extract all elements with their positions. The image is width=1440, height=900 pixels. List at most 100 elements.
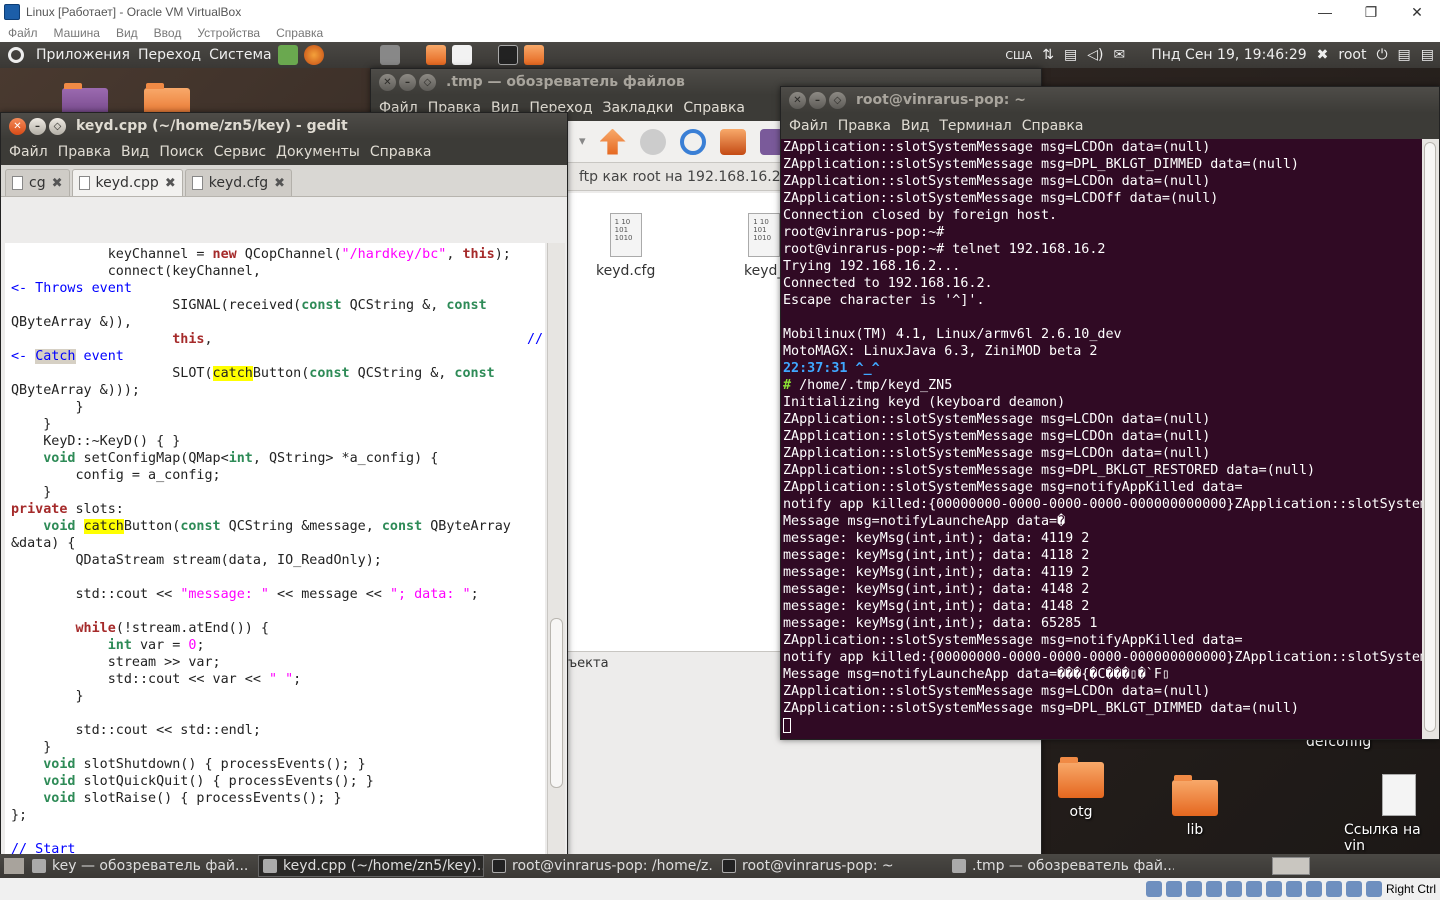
restore-button[interactable]: ❐ (1348, 0, 1394, 24)
gedit-maximize-button[interactable]: ◇ (49, 117, 66, 135)
network-manager-launcher-icon[interactable] (277, 45, 298, 65)
menu-places[interactable]: Переход (138, 47, 201, 63)
tab-keyd-cfg[interactable]: keyd.cfg ✖ (184, 169, 292, 196)
gedit-titlebar[interactable]: ✕ – ◇ keyd.cpp (~/home/zn5/key) - gedit (1, 113, 567, 139)
fm-close-button[interactable]: ✕ (379, 73, 396, 91)
terminal-screen[interactable]: ZApplication::slotSystemMessage msg=LCDO… (781, 139, 1423, 739)
terminal-line: Message msg=notifyLauncheApp data=� (783, 514, 1066, 529)
desktop-icon-lib[interactable]: lib (1172, 775, 1218, 838)
tab-close-icon[interactable]: ✖ (165, 176, 176, 191)
stop-icon[interactable] (639, 128, 666, 155)
gedit-menu-file[interactable]: Файл (9, 144, 48, 160)
taskbar-item-terminal-1[interactable]: root@vinrarus-pop: /home/z... (488, 855, 714, 877)
desktop-icon-otg[interactable]: otg (1058, 757, 1104, 820)
hdd-icon[interactable] (1145, 881, 1162, 897)
firefox-icon[interactable] (303, 45, 324, 65)
floppy-icon[interactable] (1185, 881, 1202, 897)
clock[interactable]: Пнд Сен 19, 19:46:29 (1151, 47, 1306, 63)
gedit-menu-documents[interactable]: Документы (276, 144, 360, 160)
gedit-menu-help[interactable]: Справка (370, 144, 432, 160)
tab-close-icon[interactable]: ✖ (52, 176, 63, 191)
home-icon[interactable] (719, 128, 746, 155)
desktop-icon-link[interactable]: Ссылка на vin (1344, 774, 1440, 854)
fm-maximize-button[interactable]: ◇ (419, 73, 436, 91)
cd-icon[interactable] (1165, 881, 1182, 897)
taskbar-item-terminal-2[interactable]: root@vinrarus-pop: ~ (718, 855, 944, 877)
gedit-menu-view[interactable]: Вид (121, 144, 149, 160)
folder-launcher-icon[interactable] (425, 45, 446, 65)
term-menu-terminal[interactable]: Терминал (939, 118, 1011, 134)
terminal-line: Initializing keyd (keyboard deamon) (783, 395, 1066, 410)
clipboard-icon[interactable]: ▤ (1064, 47, 1077, 63)
file-keyd-cfg[interactable]: 1 10 101 1010 keyd.cfg (596, 213, 655, 279)
vbox-menu-help[interactable]: Справка (276, 26, 323, 40)
terminal-launcher-icon[interactable] (497, 45, 518, 65)
vbox-menu-view[interactable]: Вид (116, 26, 138, 40)
volume-icon[interactable]: ◁) (1087, 47, 1103, 63)
mouse-integration-icon[interactable] (1345, 881, 1362, 897)
keyboard-layout[interactable]: США (1005, 49, 1032, 62)
virtualbox-icon (4, 4, 20, 20)
gedit-menu-search[interactable]: Поиск (159, 144, 203, 160)
term-menu-edit[interactable]: Правка (838, 118, 891, 134)
audio-icon[interactable] (1205, 881, 1222, 897)
term-close-button[interactable]: ✕ (789, 91, 806, 109)
terminal-titlebar[interactable]: ✕ – ◇ root@vinrarus-pop: ~ (781, 87, 1439, 113)
gedit-menu-edit[interactable]: Правка (58, 144, 111, 160)
virtualization-icon[interactable] (1325, 881, 1342, 897)
taskbar-item-key-fm[interactable]: key — обозреватель фай... (28, 855, 254, 877)
usb-icon[interactable] (1245, 881, 1262, 897)
network-icon[interactable]: ⇅ (1042, 47, 1054, 63)
display-icon[interactable] (1285, 881, 1302, 897)
keyboard-capture-icon[interactable] (1365, 881, 1382, 897)
capture-icon[interactable] (1305, 881, 1322, 897)
term-menu-file[interactable]: Файл (789, 118, 828, 134)
scrollbar-thumb[interactable] (1424, 142, 1436, 732)
tool-icon[interactable] (379, 45, 400, 65)
fm-minimize-button[interactable]: – (399, 73, 416, 91)
taskbar-item-tmp-fm[interactable]: .tmp — обозреватель фай... (948, 855, 1174, 877)
tab-keyd-cpp[interactable]: keyd.cpp ✖ (71, 169, 183, 196)
reload-icon[interactable] (679, 128, 706, 155)
term-maximize-button[interactable]: ◇ (829, 91, 846, 109)
menu-applications[interactable]: Приложения (36, 47, 130, 63)
power-icon[interactable]: ⏻ (1376, 47, 1387, 63)
close-button[interactable]: ✕ (1394, 0, 1440, 24)
vbox-menubar: Файл Машина Вид Ввод Устройства Справка (0, 24, 1440, 42)
shared-folders-icon[interactable] (1265, 881, 1282, 897)
vbox-menu-file[interactable]: Файл (8, 26, 38, 40)
folder-launcher-icon-2[interactable] (523, 45, 544, 65)
terminal-scrollbar[interactable] (1422, 139, 1439, 739)
taskbar-item-gedit[interactable]: keyd.cpp (~/home/zn5/key)... (258, 855, 484, 877)
gedit-close-button[interactable]: ✕ (9, 117, 26, 135)
gedit-minimize-button[interactable]: – (29, 117, 46, 135)
text-editor-launcher-icon[interactable] (451, 45, 472, 65)
fm-menu-help[interactable]: Справка (683, 100, 745, 116)
document-applet-icon-2[interactable]: ▤ (1421, 47, 1434, 63)
file-keyd[interactable]: 1 10 101 1010 keyd_ (744, 213, 784, 279)
dropdown-arrow-icon[interactable]: ▾ (579, 134, 586, 149)
tab-cg[interactable]: cg ✖ (5, 169, 70, 196)
menu-system[interactable]: Система (209, 47, 271, 63)
term-minimize-button[interactable]: – (809, 91, 826, 109)
vbox-menu-devices[interactable]: Устройства (197, 26, 260, 40)
document-applet-icon[interactable]: ▤ (1398, 47, 1411, 63)
term-menu-view[interactable]: Вид (901, 118, 929, 134)
network-status-icon[interactable] (1225, 881, 1242, 897)
code-editor[interactable]: keyChannel = new QCopChannel("/hardkey/b… (5, 243, 545, 857)
fm-status: ъекта (568, 656, 609, 671)
up-arrow-icon[interactable] (599, 128, 626, 155)
tab-close-icon[interactable]: ✖ (274, 176, 285, 191)
fm-menu-bookmarks[interactable]: Закладки (603, 100, 674, 116)
scrollbar-thumb[interactable] (550, 618, 563, 788)
workspace-switcher[interactable] (1272, 857, 1310, 875)
term-menu-help[interactable]: Справка (1022, 118, 1084, 134)
gedit-menu-tools[interactable]: Сервис (214, 144, 266, 160)
user-name[interactable]: root (1338, 47, 1366, 63)
vbox-menu-machine[interactable]: Машина (54, 26, 100, 40)
show-desktop-icon[interactable] (4, 858, 24, 874)
vbox-menu-input[interactable]: Ввод (154, 26, 182, 40)
mail-icon[interactable]: ✉ (1114, 47, 1126, 63)
minimize-button[interactable]: — (1302, 0, 1348, 24)
editor-scrollbar[interactable] (547, 243, 565, 857)
